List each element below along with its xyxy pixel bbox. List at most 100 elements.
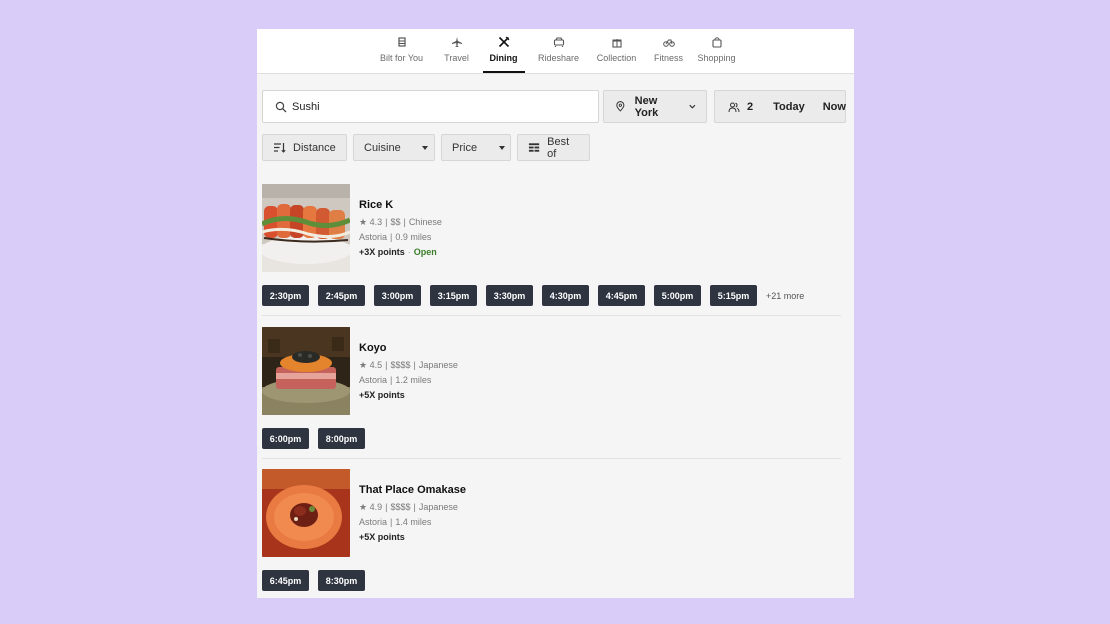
time-slot-button[interactable]: 3:15pm	[430, 285, 477, 306]
best-of-label: Best of	[547, 135, 570, 160]
tab-rideshare[interactable]: Rideshare	[536, 29, 582, 73]
separator: |	[390, 517, 393, 527]
more-times-link[interactable]: +21 more	[766, 291, 804, 301]
restaurant-photo[interactable]	[262, 469, 350, 557]
points-line: +3X points · Open	[359, 245, 442, 260]
location-label: New York	[634, 94, 659, 119]
map-pin-icon	[616, 101, 625, 112]
location-selector[interactable]: New York	[603, 90, 707, 123]
time-slot-button[interactable]: 4:45pm	[598, 285, 645, 306]
tab-label: Collection	[596, 53, 637, 63]
divider	[262, 458, 841, 459]
time-slot-button[interactable]: 2:45pm	[318, 285, 365, 306]
cuisine-filter-button[interactable]: Cuisine	[353, 134, 435, 161]
top-nav: Bilt for You Travel Dining Rideshare Col…	[257, 29, 854, 74]
separator: |	[385, 360, 388, 370]
separator: |	[390, 232, 393, 242]
restaurant-info: That Place Omakase ★ 4.9 | $$$$ | Japanese A…	[359, 484, 466, 545]
points-multiplier: +5X points	[359, 532, 405, 542]
restaurant-meta: ★ 4.9 | $$$$ | Japanese	[359, 500, 466, 515]
price-level: $$$$	[390, 360, 411, 370]
bicycle-icon	[662, 35, 676, 49]
time-slot-button[interactable]: 5:00pm	[654, 285, 701, 306]
restaurant-location: Astoria | 1.2 miles	[359, 373, 458, 388]
cuisine: Japanese	[418, 502, 458, 512]
gift-icon	[610, 35, 624, 49]
points-multiplier: +3X points	[359, 247, 405, 257]
time-slot-button[interactable]: 8:00pm	[318, 428, 365, 449]
tab-label: Rideshare	[537, 53, 580, 63]
time-slot-button[interactable]: 5:15pm	[710, 285, 757, 306]
separator: |	[413, 502, 416, 512]
time-slot-button[interactable]: 3:30pm	[486, 285, 533, 306]
tab-fitness[interactable]: Fitness	[652, 29, 686, 73]
restaurant-name[interactable]: That Place Omakase	[359, 484, 466, 496]
separator: |	[385, 502, 388, 512]
separator: |	[390, 375, 393, 385]
rating: 4.9	[369, 502, 383, 512]
party-size: 2	[747, 100, 754, 113]
distance-label: Distance	[293, 141, 336, 154]
time-label: Now	[822, 100, 846, 113]
price-label: Price	[452, 141, 478, 154]
sort-icon	[274, 143, 286, 153]
search-box[interactable]	[262, 90, 599, 123]
party-size-selector[interactable]: 2	[715, 91, 763, 122]
star-icon: ★	[359, 502, 368, 512]
cuisine-label: Cuisine	[364, 141, 401, 154]
price-filter-button[interactable]: Price	[441, 134, 511, 161]
tab-collection[interactable]: Collection	[594, 29, 640, 73]
restaurant-info: Rice K ★ 4.3 | $$ | Chinese Astoria | 0.9 mile…	[359, 199, 442, 260]
cuisine: Chinese	[408, 217, 442, 227]
date-label: Today	[773, 100, 805, 113]
points-multiplier: +5X points	[359, 390, 405, 400]
tab-travel[interactable]: Travel	[439, 29, 475, 73]
tab-shopping[interactable]: Shopping	[696, 29, 738, 73]
divider	[262, 315, 841, 316]
search-row: New York 2 Today Now	[262, 90, 846, 123]
open-status: Open	[413, 247, 437, 257]
restaurant-name[interactable]: Rice K	[359, 199, 442, 211]
chevron-down-icon	[689, 104, 696, 109]
distance: 1.2 miles	[395, 375, 432, 385]
tab-dining[interactable]: Dining	[482, 29, 525, 73]
price-level: $$$$	[390, 502, 411, 512]
time-slot-button[interactable]: 2:30pm	[262, 285, 309, 306]
restaurant-location: Astoria | 1.4 miles	[359, 515, 466, 530]
time-slot-button[interactable]: 6:00pm	[262, 428, 309, 449]
tab-bilt-for-you[interactable]: Bilt for You	[374, 29, 430, 73]
restaurant-photo[interactable]	[262, 327, 350, 415]
tab-label: Bilt for You	[379, 53, 424, 63]
tab-label: Shopping	[697, 53, 736, 63]
time-slots: 6:00pm 8:00pm	[262, 428, 374, 449]
caret-down-icon	[499, 145, 506, 150]
restaurant-name[interactable]: Koyo	[359, 342, 458, 354]
neighborhood: Astoria	[359, 232, 388, 242]
caret-down-icon	[421, 145, 428, 150]
time-slot-button[interactable]: 8:30pm	[318, 570, 365, 591]
neighborhood: Astoria	[359, 375, 388, 385]
time-slot-button[interactable]: 4:30pm	[542, 285, 589, 306]
shopping-bag-icon	[710, 35, 724, 49]
car-icon	[552, 35, 566, 49]
tab-label: Travel	[444, 53, 469, 63]
grid-list-icon	[528, 143, 540, 152]
restaurant-meta: ★ 4.3 | $$ | Chinese	[359, 215, 442, 230]
separator: |	[403, 217, 406, 227]
best-of-filter-button[interactable]: Best of	[517, 134, 590, 161]
restaurant-photo[interactable]	[262, 184, 350, 272]
search-input[interactable]	[292, 100, 582, 113]
neighborhood: Astoria	[359, 517, 388, 527]
time-selector[interactable]: Now	[814, 91, 854, 122]
rating: 4.3	[369, 217, 383, 227]
restaurant-info: Koyo ★ 4.5 | $$$$ | Japanese Astoria | 1.2 mil…	[359, 342, 458, 403]
dot-separator: ·	[407, 247, 411, 257]
time-slot-button[interactable]: 6:45pm	[262, 570, 309, 591]
date-selector[interactable]: Today	[763, 91, 814, 122]
tab-label: Dining	[489, 53, 518, 63]
distance-sort-button[interactable]: Distance	[262, 134, 347, 161]
restaurant-location: Astoria | 0.9 miles	[359, 230, 442, 245]
time-slot-button[interactable]: 3:00pm	[374, 285, 421, 306]
search-icon	[275, 101, 287, 112]
points-line: +5X points	[359, 388, 458, 403]
